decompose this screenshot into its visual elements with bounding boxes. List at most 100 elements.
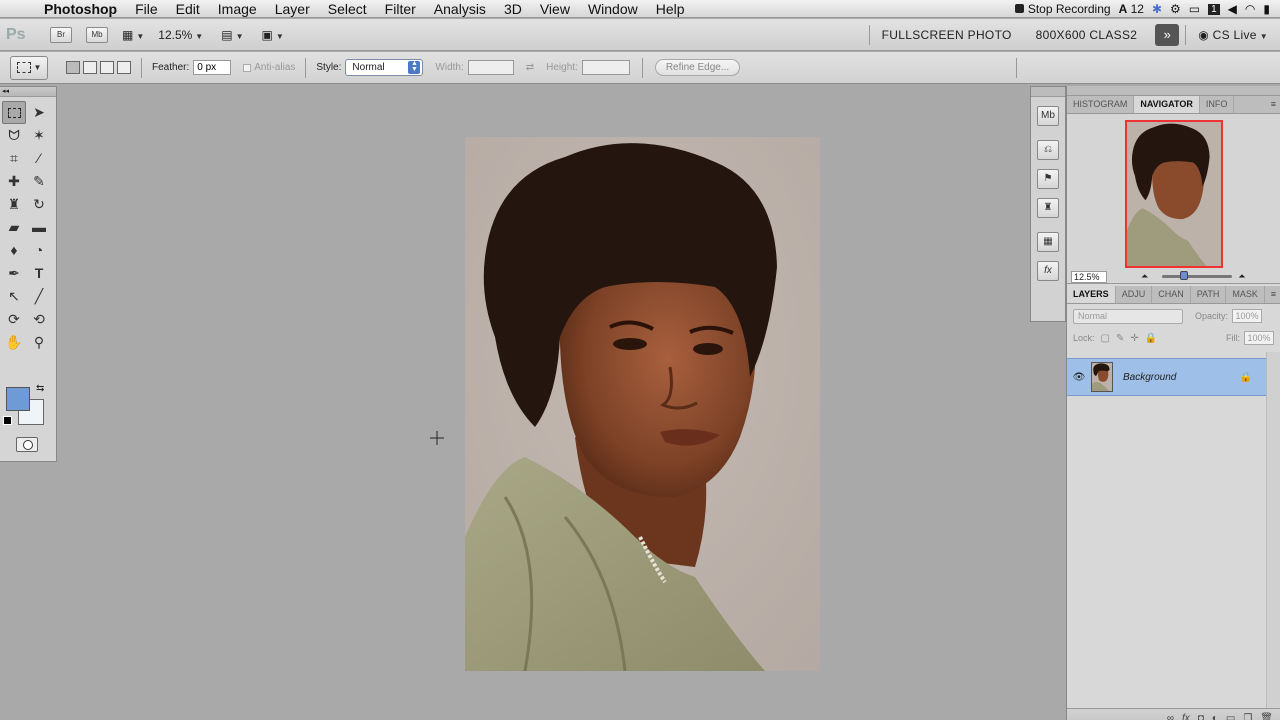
lock-transparency-icon[interactable]: ▢ [1101, 333, 1110, 344]
menu-edit[interactable]: Edit [167, 0, 209, 18]
zoom-out-icon[interactable]: ⏶ [1141, 271, 1148, 282]
type-tool-icon[interactable]: T [27, 262, 51, 285]
clone-source-panel-icon[interactable]: ♜ [1037, 198, 1059, 218]
tab-histogram[interactable]: HISTOGRAM [1067, 96, 1135, 113]
3d-rotate-icon[interactable]: ⟳ [2, 308, 26, 331]
menu-help[interactable]: Help [647, 0, 694, 18]
mini-bridge-button[interactable]: Mb [86, 26, 108, 43]
lock-all-icon[interactable]: 🔒 [1145, 333, 1157, 344]
cs-live-menu[interactable]: ◉ CS Live ▼ [1186, 28, 1280, 42]
zoom-tool-icon[interactable]: ⚲ [27, 331, 51, 354]
wifi-icon[interactable]: ◠ [1245, 2, 1255, 16]
crop-tool-icon[interactable]: ⌗ [2, 147, 26, 170]
adobe-updates-item[interactable]: A 12 [1119, 2, 1144, 16]
dodge-tool-icon[interactable]: ◔ [27, 239, 51, 262]
actions-panel-icon[interactable]: ⚑ [1037, 169, 1059, 189]
battery-icon[interactable]: ▮ [1263, 2, 1270, 16]
menu-analysis[interactable]: Analysis [425, 0, 495, 18]
layer-row-background[interactable]: 👁 Background 🔒 [1067, 358, 1266, 396]
layer-style-icon[interactable]: fx [1182, 713, 1190, 720]
eyedropper-icon[interactable]: ⁄ [27, 147, 51, 170]
tab-masks[interactable]: MASK [1226, 286, 1265, 303]
visibility-eye-icon[interactable]: 👁 [1067, 372, 1091, 383]
styles-panel-icon[interactable]: fx [1037, 261, 1059, 281]
new-group-icon[interactable]: ▭ [1226, 713, 1235, 720]
mini-bridge-panel-icon[interactable]: Mb [1037, 106, 1059, 126]
brush-tool-icon[interactable]: ✎ [27, 170, 51, 193]
3d-orbit-icon[interactable]: ⟲ [27, 308, 51, 331]
tool-preset-picker[interactable]: ▼ [10, 55, 48, 80]
tools-panel-header[interactable]: ◂◂ [0, 87, 56, 97]
lasso-tool-icon[interactable]: ᗢ [2, 124, 26, 147]
quick-mask-icon[interactable] [16, 437, 38, 452]
menu-image[interactable]: Image [209, 0, 266, 18]
lock-pixels-icon[interactable]: ✎ [1116, 333, 1124, 344]
panel-menu-icon[interactable]: ≡ [1271, 286, 1280, 303]
hand-tool-icon[interactable]: ✋ [2, 331, 26, 354]
default-colors-icon[interactable] [3, 416, 12, 425]
menu-app-name[interactable]: Photoshop [30, 0, 126, 18]
antialias-checkbox[interactable]: Anti-alias [243, 62, 295, 73]
healing-brush-icon[interactable]: ✚ [2, 170, 26, 193]
path-selection-icon[interactable]: ↖ [2, 285, 26, 308]
workspace-800x600-class2[interactable]: 800X600 CLASS2 [1024, 28, 1150, 42]
screen-mode-button[interactable]: ▣ ▼ [261, 28, 283, 42]
menu-3d[interactable]: 3D [495, 0, 531, 18]
bluetooth-icon[interactable]: ✱ [1152, 2, 1162, 16]
history-brush-icon[interactable]: ↻ [27, 193, 51, 216]
panel-collapse-bar[interactable] [1067, 86, 1280, 96]
menu-window[interactable]: Window [579, 0, 647, 18]
navigator-zoom-input[interactable]: 12.5% [1071, 270, 1107, 283]
bridge-button[interactable]: Br [50, 26, 72, 43]
lock-position-icon[interactable]: ✛ [1130, 333, 1138, 344]
fill-input[interactable]: 100% [1244, 331, 1274, 345]
move-tool-icon[interactable]: ➤ [27, 101, 51, 124]
navigator-thumbnail[interactable] [1125, 120, 1223, 268]
blur-tool-icon[interactable]: ♦ [2, 239, 26, 262]
tab-info[interactable]: INFO [1200, 96, 1235, 113]
menu-view[interactable]: View [531, 0, 579, 18]
style-select[interactable]: Normal ▲ ▼ [345, 59, 424, 76]
add-selection-icon[interactable] [83, 61, 97, 74]
display-icon[interactable]: ▭ [1189, 2, 1200, 16]
tab-layers[interactable]: LAYERS [1067, 286, 1116, 303]
gradient-tool-icon[interactable]: ▬ [27, 216, 51, 239]
volume-icon[interactable]: ◀ [1228, 2, 1237, 16]
document-canvas-image[interactable] [465, 137, 820, 671]
opacity-input[interactable]: 100% [1232, 309, 1263, 323]
eraser-icon[interactable]: ▰ [2, 216, 26, 239]
view-extras-button[interactable]: ▦ ▼ [122, 28, 144, 42]
new-layer-icon[interactable]: ❐ [1243, 713, 1252, 720]
swap-colors-icon[interactable]: ⇆ [36, 383, 44, 394]
more-workspaces-icon[interactable]: » [1155, 24, 1180, 46]
line-tool-icon[interactable]: ╱ [27, 285, 51, 308]
zoom-slider-knob[interactable] [1180, 271, 1189, 280]
tab-navigator[interactable]: NAVIGATOR [1134, 96, 1200, 113]
swatches-panel-icon[interactable]: ▦ [1037, 232, 1059, 252]
menu-file[interactable]: File [126, 0, 167, 18]
menu-filter[interactable]: Filter [376, 0, 425, 18]
workspace-fullscreen-photo[interactable]: FULLSCREEN PHOTO [870, 28, 1024, 42]
adjustment-layer-icon[interactable]: ◐ [1212, 713, 1218, 720]
menu-layer[interactable]: Layer [266, 0, 319, 18]
add-mask-icon[interactable]: ◘ [1198, 713, 1204, 720]
magic-wand-icon[interactable]: ✶ [27, 124, 51, 147]
zoom-in-icon[interactable]: ⏶ [1238, 271, 1245, 282]
arrange-documents-button[interactable]: ▤ ▼ [221, 28, 243, 42]
tab-paths[interactable]: PATH [1191, 286, 1227, 303]
subtract-selection-icon[interactable] [100, 61, 114, 74]
foreground-color-swatch[interactable] [6, 387, 30, 411]
rectangular-marquee-icon[interactable] [2, 101, 26, 124]
zoom-level-menu[interactable]: 12.5% ▼ [158, 28, 203, 42]
pen-tool-icon[interactable]: ✒ [2, 262, 26, 285]
tab-channels[interactable]: CHAN [1152, 286, 1191, 303]
blend-mode-select[interactable]: Normal [1073, 308, 1183, 324]
new-selection-icon[interactable] [66, 61, 80, 74]
navigator-zoom-slider[interactable] [1162, 271, 1233, 280]
feather-input[interactable] [193, 60, 232, 75]
sync-icon[interactable]: ⚙ [1170, 2, 1181, 16]
history-panel-icon[interactable]: ⎌ [1037, 140, 1059, 160]
delete-layer-icon[interactable]: 🗑 [1260, 713, 1273, 720]
intersect-selection-icon[interactable] [117, 61, 131, 74]
menu-select[interactable]: Select [319, 0, 376, 18]
